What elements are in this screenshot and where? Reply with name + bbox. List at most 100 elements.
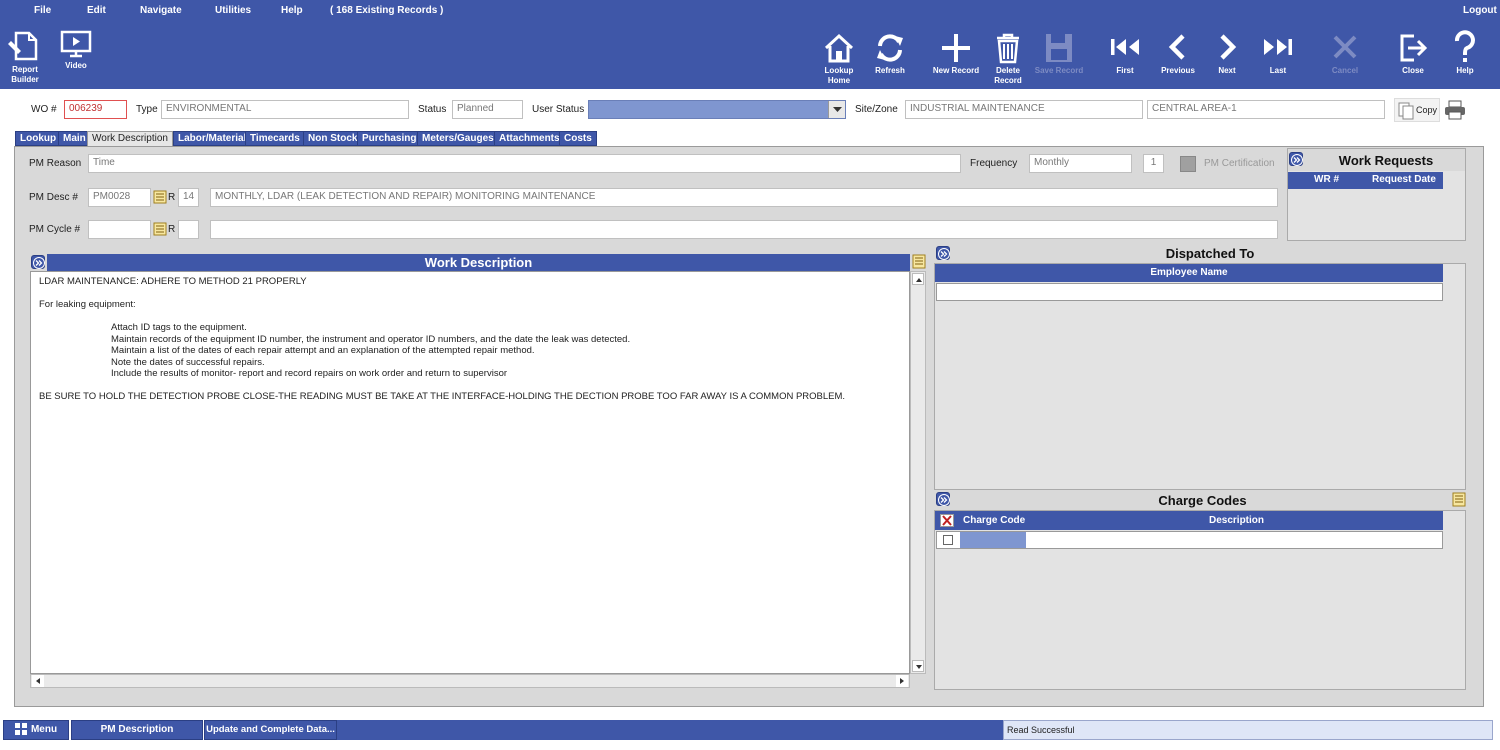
video-label: Video <box>65 61 87 70</box>
work-description-expand-button[interactable] <box>31 255 45 269</box>
charge-code-column-header[interactable]: Charge Code <box>963 515 1025 526</box>
pm-cycle-text-field[interactable] <box>210 220 1278 239</box>
delete-record-button[interactable]: Delete Record <box>988 32 1028 86</box>
report-builder-label: Report Builder <box>11 65 39 84</box>
last-button[interactable]: Last <box>1260 32 1296 76</box>
previous-button[interactable]: Previous <box>1157 32 1199 76</box>
new-record-label: New Record <box>932 66 980 75</box>
wd-vertical-scrollbar[interactable] <box>910 271 926 674</box>
tab-timecards[interactable]: Timecards <box>245 131 305 146</box>
pm-cycle-number-field[interactable] <box>178 220 199 239</box>
site-zone-label: Site/Zone <box>855 104 898 115</box>
status-label: Status <box>418 104 447 115</box>
tab-purchasing[interactable]: Purchasing <box>357 131 422 146</box>
trash-icon <box>997 33 1019 64</box>
pm-desc-text-field[interactable]: MONTHLY, LDAR (LEAK DETECTION AND REPAIR… <box>210 188 1278 207</box>
employee-name-column-header[interactable]: Employee Name <box>935 264 1443 282</box>
pm-desc-lookup-button[interactable] <box>153 190 167 204</box>
close-button[interactable]: Close <box>1396 32 1430 76</box>
frequency-count-field[interactable]: 1 <box>1143 154 1164 173</box>
charge-code-row-checkbox[interactable] <box>943 535 953 545</box>
new-record-button[interactable]: New Record <box>930 32 982 76</box>
tab-labor-material[interactable]: Labor/Material <box>173 131 252 146</box>
site-field[interactable]: INDUSTRIAL MAINTENANCE <box>905 100 1143 119</box>
first-button[interactable]: First <box>1107 32 1143 76</box>
dispatched-expand-button[interactable] <box>936 246 950 260</box>
menu-edit[interactable]: Edit <box>87 5 106 16</box>
double-chevron-right-icon <box>33 257 45 269</box>
next-button[interactable]: Next <box>1210 32 1244 76</box>
pm-cycle-code-field[interactable] <box>88 220 151 239</box>
arrow-up-icon <box>916 278 922 282</box>
scroll-up-button[interactable] <box>912 273 924 285</box>
wr-number-column-header[interactable]: WR # <box>1314 174 1339 185</box>
help-button[interactable]: Help <box>1448 30 1482 76</box>
type-field[interactable]: ENVIRONMENTAL <box>161 100 409 119</box>
charge-codes-expand-button[interactable] <box>936 492 950 506</box>
close-x-icon <box>1333 35 1357 59</box>
update-complete-button[interactable]: Update and Complete Data... <box>204 720 337 740</box>
status-bar-spacer <box>337 720 1003 740</box>
menu-utilities[interactable]: Utilities <box>215 5 251 16</box>
menu-button[interactable]: Menu <box>3 720 69 740</box>
video-button[interactable]: Video <box>57 29 95 71</box>
scroll-left-button[interactable] <box>32 675 44 687</box>
request-date-column-header[interactable]: Request Date <box>1372 174 1436 185</box>
tab-attachments[interactable]: Attachments <box>494 131 565 146</box>
status-field[interactable]: Planned <box>452 100 523 119</box>
scroll-right-button[interactable] <box>896 675 908 687</box>
logout-link[interactable]: Logout <box>1463 5 1497 16</box>
report-builder-icon <box>8 31 38 61</box>
tab-meters-gauges[interactable]: Meters/Gauges <box>417 131 499 146</box>
pm-desc-number-field[interactable]: 14 <box>178 188 199 207</box>
dispatched-row[interactable] <box>936 283 1443 301</box>
tab-lookup[interactable]: Lookup <box>15 131 62 146</box>
wd-bullet-4: Note the dates of successful repairs. <box>111 356 265 368</box>
help-label: Help <box>1456 66 1474 75</box>
tab-work-description[interactable]: Work Description <box>87 131 173 147</box>
pm-description-button[interactable]: PM Description <box>71 720 203 740</box>
frequency-field[interactable]: Monthly <box>1029 154 1132 173</box>
wd-horizontal-scrollbar[interactable] <box>30 674 910 688</box>
user-status-label: User Status <box>532 104 585 115</box>
next-label: Next <box>1218 66 1236 75</box>
notes-icon <box>912 254 926 269</box>
save-icon <box>1046 34 1072 62</box>
double-chevron-right-icon <box>938 248 950 260</box>
report-builder-button[interactable]: Report Builder <box>4 29 46 85</box>
wo-label: WO # <box>31 104 57 115</box>
work-description-edit-button[interactable] <box>912 254 926 269</box>
copy-button[interactable]: Copy <box>1394 98 1440 122</box>
user-status-select[interactable] <box>588 100 846 119</box>
refresh-button[interactable]: Refresh <box>870 32 910 76</box>
menu-file[interactable]: File <box>34 5 51 16</box>
wd-bullet-3: Maintain a list of the dates of each rep… <box>111 345 535 356</box>
charge-code-cell[interactable] <box>960 532 1026 548</box>
menu-help[interactable]: Help <box>281 5 303 16</box>
pm-certification-checkbox[interactable] <box>1180 156 1196 172</box>
previous-label: Previous <box>1161 66 1195 75</box>
zone-field[interactable]: CENTRAL AREA-1 <box>1147 100 1385 119</box>
tab-non-stock[interactable]: Non Stock <box>303 131 363 146</box>
wo-number-field[interactable]: 006239 <box>64 100 127 119</box>
user-status-dropdown-button[interactable] <box>828 101 845 118</box>
charge-code-row[interactable] <box>936 531 1443 549</box>
refresh-label: Refresh <box>875 66 905 75</box>
work-description-textarea[interactable]: LDAR MAINTENANCE: ADHERE TO METHOD 21 PR… <box>30 271 910 674</box>
description-column-header[interactable]: Description <box>1209 515 1264 526</box>
pm-reason-field[interactable]: Time <box>88 154 961 173</box>
charge-codes-notes-button[interactable] <box>1452 492 1466 507</box>
tab-main[interactable]: Main <box>58 131 91 146</box>
pm-desc-code-field[interactable]: PM0028 <box>88 188 151 207</box>
lookup-home-button[interactable]: Lookup Home <box>818 32 860 86</box>
scroll-down-button[interactable] <box>912 660 924 672</box>
menu-navigate[interactable]: Navigate <box>140 5 182 16</box>
work-requests-expand-button[interactable] <box>1289 152 1303 166</box>
pm-cycle-lookup-button[interactable] <box>153 222 167 236</box>
save-record-button[interactable]: Save Record <box>1034 32 1084 76</box>
delete-selected-button[interactable] <box>940 514 954 527</box>
question-mark-icon <box>1454 30 1475 62</box>
cancel-button[interactable]: Cancel <box>1327 32 1363 76</box>
print-button[interactable] <box>1444 100 1466 120</box>
tab-costs[interactable]: Costs <box>559 131 597 146</box>
